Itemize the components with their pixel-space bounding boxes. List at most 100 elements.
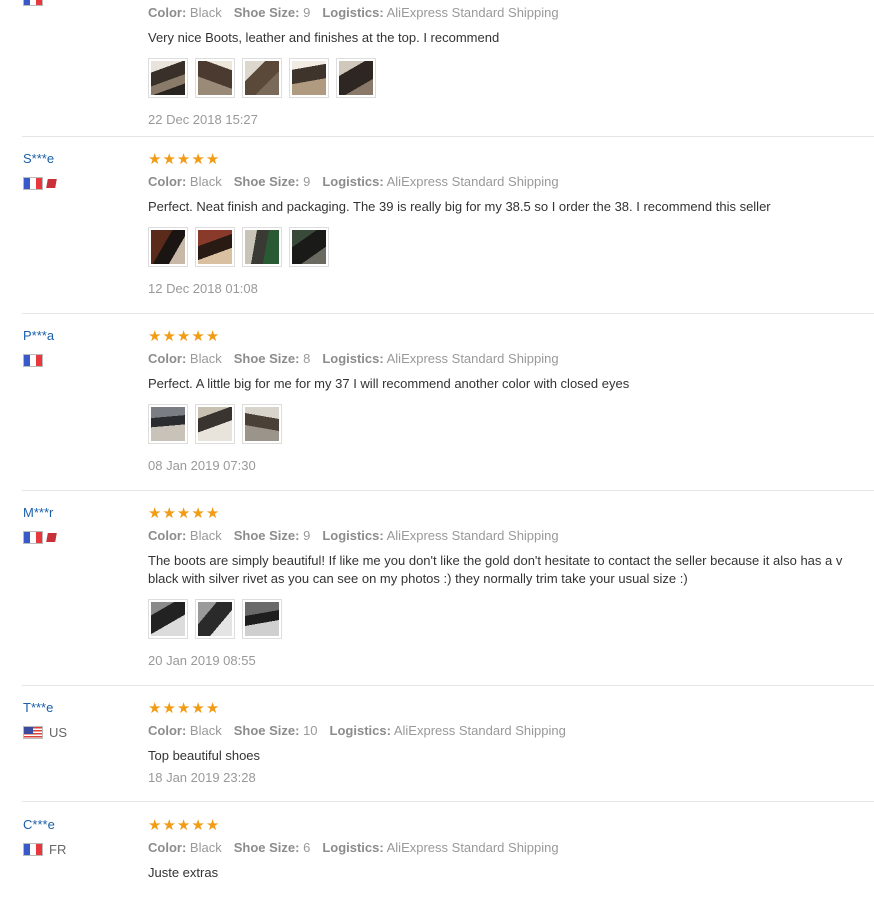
review-attributes: Color: Black Shoe Size: 10 Logistics: AliE… [148,723,566,738]
reviewer-info: M***r [23,505,133,544]
review-photo-thumbnail[interactable] [242,599,282,639]
flag-fr-icon [23,842,43,856]
review-text: Perfect. Neat finish and packaging. The … [148,199,771,214]
star-icon: ★ [162,699,176,717]
rating-stars: ★ ★ ★ ★ ★ [148,505,874,521]
attr-size: 8 [303,351,311,366]
review-photo-thumbnail[interactable] [195,599,235,639]
reviewer-info: C***e FR [23,817,133,857]
star-icon: ★ [205,816,220,834]
review-date: 20 Jan 2019 08:55 [148,653,256,668]
review-attributes: Color: Black Shoe Size: 9 Logistics: AliEx… [148,528,559,543]
review-photos [148,599,874,639]
star-icon: ★ [205,699,220,717]
attr-color: Black [189,840,222,855]
review-photo-thumbnail[interactable] [195,227,235,267]
country-mark-icon [46,178,57,188]
reviewer-name[interactable]: P***a [23,328,133,344]
country-mark-icon [46,532,57,542]
attr-color: Black [189,5,222,20]
star-icon: ★ [176,699,191,717]
review-item: ★★★★★ Color: BlackShoe Size: 9Logistics:… [0,0,874,137]
star-icon: ★ [191,504,205,522]
star-icon: ★ [148,816,162,834]
star-icon: ★ [191,699,205,717]
star-icon: ★ [205,150,220,168]
review-text: Juste extras [148,865,219,880]
reviewer-info: T***e US [23,700,133,740]
rating-stars: ★ ★ ★ ★ ★ [148,817,874,833]
review-divider [22,136,874,137]
star-icon: ★ [176,504,191,522]
review-item: S***e ★ ★ ★ ★ ★ Color: Black Shoe Size: 9 Logi… [0,151,874,314]
attr-color: Black [189,174,222,189]
reviewer-info: P***a [23,328,133,367]
review-text: Top beautiful shoes [148,748,261,763]
star-icon: ★ [162,504,176,522]
review-divider [22,685,874,686]
star-icon: ★ [162,150,176,168]
review-photo-thumbnail[interactable] [195,58,235,98]
flag-us-icon [23,725,43,739]
star-icon: ★ [176,327,191,345]
review-photo-thumbnail[interactable] [148,404,188,444]
review-photo-thumbnail[interactable] [242,58,282,98]
rating-stars: ★ ★ ★ ★ ★ [148,151,874,167]
reviewer-name[interactable]: S***e [23,151,133,167]
star-icon: ★ [191,150,205,168]
flag-fr-icon [23,353,43,367]
review-photos [148,58,874,98]
review-photo-thumbnail[interactable] [289,58,329,98]
attr-logistics: AliExpress Standard Shipping [386,5,559,20]
reviewer-info [23,0,133,6]
review-attributes: Color: Black Shoe Size: 9 Logistics: AliEx… [148,174,559,189]
attr-logistics: AliExpress Standard Shipping [386,174,559,189]
review-photo-thumbnail[interactable] [148,599,188,639]
reviewer-info: S***e [23,151,133,190]
attr-size: 9 [303,5,311,20]
review-divider [22,313,874,314]
star-icon: ★ [148,150,162,168]
country-code: US [49,724,68,740]
attr-size: 9 [303,528,311,543]
review-item: P***a ★ ★ ★ ★ ★ Color: Black Shoe Size: 8 Logi… [0,328,874,491]
review-photos [148,404,874,444]
attr-logistics: AliExpress Standard Shipping [386,840,559,855]
reviewer-name[interactable]: M***r [23,505,133,521]
review-text: Perfect. A little big for me for my 37 I… [148,376,630,391]
attr-size: 6 [303,840,311,855]
review-photo-thumbnail[interactable] [242,404,282,444]
star-icon: ★ [148,699,162,717]
flag-fr-icon [23,176,43,190]
star-icon: ★ [205,504,220,522]
star-icon: ★ [162,327,176,345]
star-icon: ★ [176,150,191,168]
attr-color: Black [189,528,222,543]
review-date: 08 Jan 2019 07:30 [148,458,256,473]
flag-fr-icon [23,530,43,544]
review-photo-thumbnail[interactable] [195,404,235,444]
attr-size: 10 [303,723,318,738]
attr-logistics: AliExpress Standard Shipping [386,528,559,543]
review-attributes: Color: Black Shoe Size: 9 Logistics: AliEx… [148,5,559,20]
star-icon: ★ [162,816,176,834]
review-date: 18 Jan 2019 23:28 [148,770,256,785]
reviewer-name[interactable]: T***e [23,700,133,716]
review-divider [22,490,874,491]
reviewer-name[interactable]: C***e [23,817,133,833]
review-photo-thumbnail[interactable] [336,58,376,98]
review-photo-thumbnail[interactable] [148,58,188,98]
review-photo-thumbnail[interactable] [148,227,188,267]
star-icon: ★ [148,327,162,345]
review-divider [22,801,874,802]
review-attributes: Color: Black Shoe Size: 8 Logistics: AliEx… [148,351,559,366]
review-photo-thumbnail[interactable] [289,227,329,267]
star-icon: ★ [205,327,220,345]
review-text: Very nice Boots, leather and finishes at… [148,30,500,45]
rating-stars: ★ ★ ★ ★ ★ [148,700,874,716]
review-photos [148,227,874,267]
attr-logistics: AliExpress Standard Shipping [386,351,559,366]
review-photo-thumbnail[interactable] [242,227,282,267]
review-item: C***e FR ★ ★ ★ ★ ★ Color: Black Shoe Size: 6L… [0,817,874,897]
attr-size: 9 [303,174,311,189]
